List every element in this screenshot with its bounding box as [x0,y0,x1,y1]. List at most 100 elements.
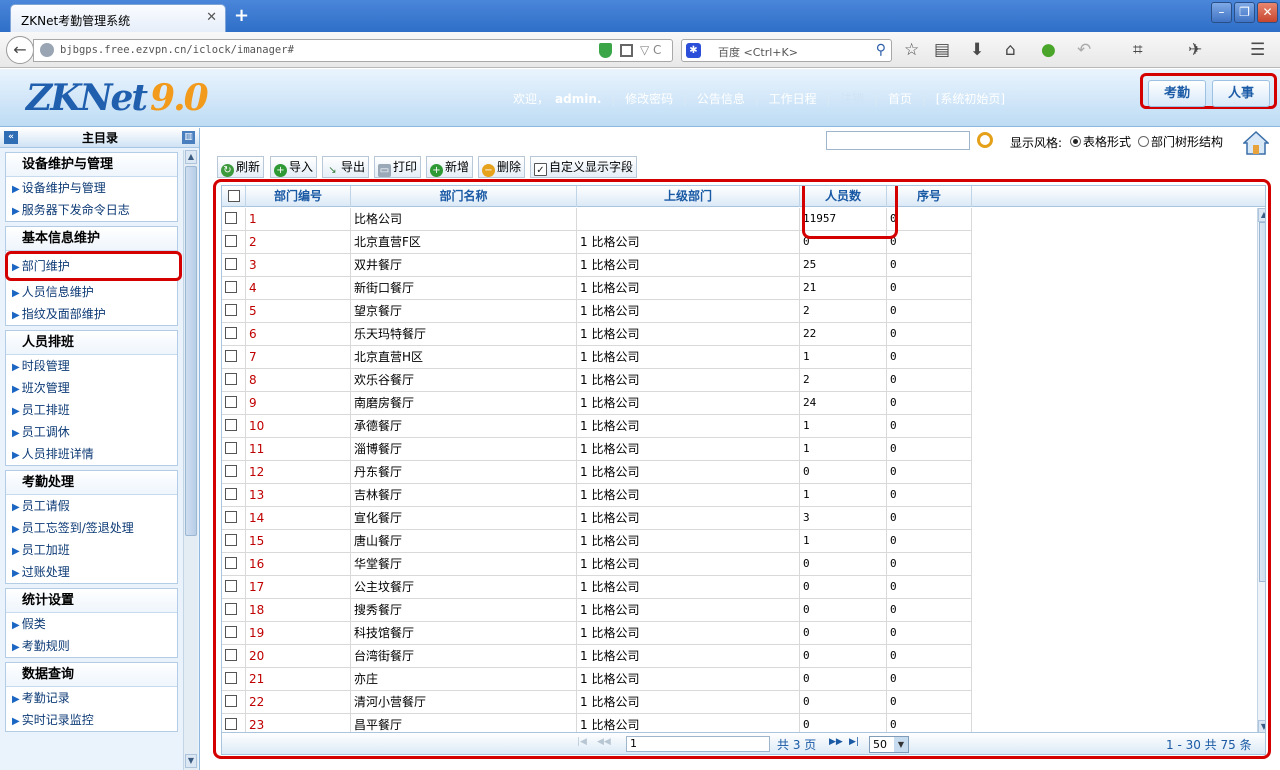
table-row[interactable]: 3 双井餐厅 1 比格公司 25 0 [222,254,972,277]
sidebar-item-day-off[interactable]: ▶ 员工调休 [6,421,177,443]
table-row[interactable]: 21 亦庄 1 比格公司 0 0 [222,668,972,691]
table-row[interactable]: 16 华堂餐厅 1 比格公司 0 0 [222,553,972,576]
table-row[interactable]: 18 搜秀餐厅 1 比格公司 0 0 [222,599,972,622]
radio-icon[interactable] [1070,136,1081,147]
row-checkbox[interactable] [225,373,237,385]
scroll-thumb[interactable] [185,166,197,536]
row-checkbox[interactable] [225,672,237,684]
search-icon[interactable] [977,132,993,148]
row-checkbox[interactable] [225,649,237,661]
table-row[interactable]: 13 吉林餐厅 1 比格公司 1 0 [222,484,972,507]
row-checkbox[interactable] [225,695,237,707]
custom-fields-button[interactable]: ✓ 自定义显示字段 [530,156,638,178]
table-row[interactable]: 19 科技馆餐厅 1 比格公司 0 0 [222,622,972,645]
download-icon[interactable]: ⬇ [970,40,984,60]
scroll-up-icon[interactable]: ▲ [1258,208,1265,222]
table-row[interactable]: 5 望京餐厅 1 比格公司 2 0 [222,300,972,323]
menu-group-title[interactable]: 数据查询 [6,663,177,687]
grid-scrollbar[interactable]: ▲ ▼ [1257,208,1265,732]
table-row[interactable]: 22 清河小营餐厅 1 比格公司 0 0 [222,691,972,714]
menu-group-title[interactable]: 基本信息维护 [6,227,177,251]
row-checkbox[interactable] [225,534,237,546]
row-checkbox[interactable] [225,465,237,477]
row-checkbox[interactable] [225,580,237,592]
search-input[interactable] [826,131,970,150]
sidebar-item-department[interactable]: ▶ 部门维护 [5,251,182,281]
row-checkbox[interactable] [225,350,237,362]
search-icon[interactable]: ⚲ [876,42,886,58]
row-checkbox[interactable] [225,396,237,408]
refresh-button[interactable]: ↻ 刷新 [217,156,265,178]
chat-icon[interactable]: ● [1041,40,1056,60]
page-input[interactable]: 1 [626,736,770,752]
scroll-down-icon[interactable]: ▼ [1258,720,1265,732]
row-checkbox[interactable] [225,626,237,638]
schedule-link[interactable]: 工作日程 [769,92,817,106]
row-checkbox[interactable] [225,419,237,431]
import-button[interactable]: + 导入 [270,156,318,178]
menu-group-title[interactable]: 人员排班 [6,331,177,355]
table-row[interactable]: 6 乐天玛特餐厅 1 比格公司 22 0 [222,323,972,346]
row-checkbox[interactable] [225,603,237,615]
row-checkbox[interactable] [225,212,237,224]
row-checkbox[interactable] [225,488,237,500]
sidebar-item-attendance-records[interactable]: ▶ 考勤记录 [6,687,177,709]
url-text[interactable]: bjbgps.free.ezvpn.cn/iclock/imanager# [60,44,294,56]
col-header-parent-dept[interactable]: 上级部门 [577,186,800,207]
menu-group-title[interactable]: 考勤处理 [6,471,177,495]
sidebar-item-missed-checkin[interactable]: ▶ 员工忘签到/签退处理 [6,517,177,539]
print-button[interactable]: ▭ 打印 [374,156,422,178]
col-header-dept-id[interactable]: 部门编号 [246,186,351,207]
row-checkbox[interactable] [225,718,237,730]
change-password-link[interactable]: 修改密码 [625,92,673,106]
pin-icon[interactable]: ▥ [182,131,195,144]
add-button[interactable]: + 新增 [426,156,474,178]
radio-table-view[interactable]: 表格形式 [1070,133,1131,150]
home-icon[interactable]: ⌂ [1005,40,1016,60]
table-row[interactable]: 8 欢乐谷餐厅 1 比格公司 2 0 [222,369,972,392]
new-tab-icon[interactable]: + [234,5,249,26]
crop-icon[interactable]: ⌗ [1133,40,1143,60]
extension-icon[interactable]: ✈ [1188,40,1202,60]
next-page-icon[interactable]: ▶▶ [829,737,843,747]
col-header-seq[interactable]: 序号 [887,186,972,207]
reading-list-icon[interactable]: ▤ [934,40,950,60]
scroll-thumb[interactable] [1259,222,1265,582]
export-button[interactable]: ↘ 导出 [322,156,370,178]
bookmark-star-icon[interactable]: ☆ [904,40,919,60]
radio-icon[interactable] [1138,136,1149,147]
system-home-link[interactable]: [系统初始页] [936,92,1005,106]
select-all-checkbox[interactable] [227,190,240,202]
sidebar-item-command-log[interactable]: ▶ 服务器下发命令日志 [6,199,177,221]
sidebar-item-shift[interactable]: ▶ 班次管理 [6,377,177,399]
shield-icon[interactable] [599,43,612,58]
page-size-select[interactable]: 50 ▼ [869,736,909,753]
logout-link[interactable]: 注销 [840,92,864,106]
search-bar[interactable]: ✱ 百度 <Ctrl+K> ⚲ [681,39,892,62]
sidebar-item-leave[interactable]: ▶ 员工请假 [6,495,177,517]
menu-group-title[interactable]: 统计设置 [6,589,177,613]
first-page-icon[interactable]: |◀ [577,737,587,747]
table-row[interactable]: 7 北京直营H区 1 比格公司 1 0 [222,346,972,369]
sidebar-item-time-period[interactable]: ▶ 时段管理 [6,355,177,377]
scroll-down-icon[interactable]: ▼ [185,754,197,768]
sidebar-scrollbar[interactable]: ▲ ▼ [183,150,198,770]
menu-group-title[interactable]: 设备维护与管理 [6,153,177,177]
row-checkbox[interactable] [225,557,237,569]
menu-icon[interactable]: ☰ [1250,40,1265,60]
home-link[interactable]: 首页 [888,92,912,106]
table-row[interactable]: 9 南磨房餐厅 1 比格公司 24 0 [222,392,972,415]
sidebar-item-attendance-rules[interactable]: ▶ 考勤规则 [6,635,177,657]
sidebar-item-overtime[interactable]: ▶ 员工加班 [6,539,177,561]
table-row[interactable]: 11 淄博餐厅 1 比格公司 1 0 [222,438,972,461]
table-row[interactable]: 12 丹东餐厅 1 比格公司 0 0 [222,461,972,484]
sidebar-item-schedule-details[interactable]: ▶ 人员排班详情 [6,443,177,465]
prev-page-icon[interactable]: ◀◀ [597,737,611,747]
row-checkbox[interactable] [225,281,237,293]
table-row[interactable]: 15 唐山餐厅 1 比格公司 1 0 [222,530,972,553]
announcement-link[interactable]: 公告信息 [697,92,745,106]
dropdown-icon[interactable]: ▽ C [640,43,661,57]
table-row[interactable]: 17 公主坟餐厅 1 比格公司 0 0 [222,576,972,599]
window-close-icon[interactable]: ✕ [1257,2,1278,23]
row-checkbox[interactable] [225,511,237,523]
